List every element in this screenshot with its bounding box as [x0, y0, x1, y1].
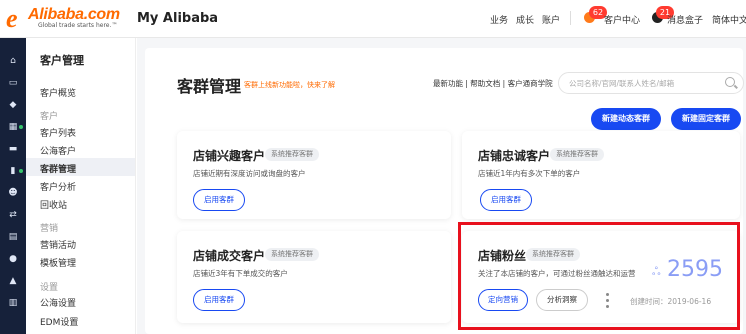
arrows-icon[interactable]: ⇄: [8, 210, 18, 220]
customer-center-link[interactable]: 客户中心: [604, 13, 640, 26]
group-card-interest: 店铺兴趣客户 系统推荐客群 店铺近期有深度访问或询盘的客户 启用客群: [177, 131, 451, 219]
side-menu: 客户管理 客户概览 客户 客户列表 公海客户 客群管理 客户分析 回收站 营销 …: [26, 38, 136, 334]
enable-group-button[interactable]: 启用客群: [193, 189, 245, 211]
help-links[interactable]: 最新功能 | 帮助文档 | 客户通商学院: [433, 78, 553, 89]
chart-status-dot: [19, 169, 23, 173]
logo-tagline: Global trade starts here.™: [38, 22, 118, 29]
nav-divider: [570, 11, 571, 25]
chat-icon[interactable]: ▬: [8, 144, 18, 154]
globe-icon[interactable]: ●: [8, 254, 18, 264]
menu-title: 客户管理: [40, 54, 84, 67]
home-icon[interactable]: ⌂: [8, 56, 18, 66]
menu-item-customer-list[interactable]: 客户列表: [40, 126, 76, 139]
grid-icon[interactable]: ▦: [8, 122, 18, 132]
menu-group-marketing: 营销: [40, 224, 59, 234]
card-title: 店铺忠诚客户: [478, 149, 551, 163]
chart-icon[interactable]: ▮: [8, 166, 18, 176]
alibaba-logo-mark: e: [6, 4, 18, 33]
group-card-deal: 店铺成交客户 系统推荐客群 店铺近3年有下单成交的客户 启用客群: [177, 231, 451, 323]
shield-icon[interactable]: ◆: [8, 100, 18, 110]
menu-item-public-settings[interactable]: 公海设置: [40, 296, 76, 309]
menu-group-settings: 设置: [40, 283, 59, 293]
card-description: 店铺近1年内有多次下单的客户: [478, 169, 581, 178]
bell-icon[interactable]: ▲: [8, 276, 18, 286]
system-recommended-tag: 系统推荐客群: [550, 148, 604, 161]
nav-growth[interactable]: 成长: [516, 13, 534, 26]
alibaba-logo[interactable]: e Alibaba.com Global trade starts here.™: [6, 6, 126, 32]
language-switch[interactable]: 简体中文: [712, 13, 746, 26]
grid-status-dot: [19, 125, 23, 129]
nav-account[interactable]: 账户: [542, 13, 560, 26]
menu-group-customer: 客户: [40, 112, 59, 122]
new-fixed-group-button[interactable]: 新建固定客群: [671, 108, 741, 130]
menu-item-public-customers[interactable]: 公海客户: [40, 144, 76, 157]
message-box-link[interactable]: 消息盒子: [667, 13, 703, 26]
menu-item-overview[interactable]: 客户概览: [40, 86, 76, 99]
card-description: 店铺近期有深度访问或询盘的客户: [193, 169, 306, 178]
menu-item-group-management[interactable]: 客群管理: [40, 162, 76, 175]
new-dynamic-group-button[interactable]: 新建动态客群: [591, 108, 661, 130]
enable-group-button[interactable]: 启用客群: [480, 189, 532, 211]
new-feature-link[interactable]: 客群上线新功能啦，快来了解: [244, 80, 335, 90]
bank-icon[interactable]: ▥: [8, 298, 18, 308]
document-icon[interactable]: ▤: [8, 232, 18, 242]
nav-business[interactable]: 业务: [490, 13, 508, 26]
group-card-loyal: 店铺忠诚客户 系统推荐客群 店铺近1年内有多次下单的客户 启用客群: [462, 131, 740, 219]
calendar-icon[interactable]: ▭: [8, 78, 18, 88]
card-title: 店铺成交客户: [193, 249, 266, 263]
enable-group-button[interactable]: 启用客群: [193, 289, 245, 311]
card-title: 店铺兴趣客户: [193, 149, 266, 163]
app-rail: ⌂ ▭ ◆ ▦ ▬ ▮ ☻ ⇄ ▤ ● ▲ ▥: [0, 38, 26, 334]
menu-item-recycle-bin[interactable]: 回收站: [40, 198, 67, 211]
system-recommended-tag: 系统推荐客群: [265, 248, 319, 261]
users-icon[interactable]: ☻: [8, 188, 18, 198]
search-icon[interactable]: [725, 77, 735, 87]
menu-item-edm-settings[interactable]: EDM设置: [40, 315, 78, 328]
menu-item-campaigns[interactable]: 营销活动: [40, 238, 76, 251]
menu-item-templates[interactable]: 模板管理: [40, 256, 76, 269]
page-brand-title[interactable]: My Alibaba: [137, 11, 218, 26]
highlight-box: [458, 222, 740, 330]
system-recommended-tag: 系统推荐客群: [265, 148, 319, 161]
card-description: 店铺近3年有下单成交的客户: [193, 269, 288, 278]
search-box[interactable]: 公司名称/官网/联系人姓名/邮箱: [558, 72, 744, 94]
menu-item-customer-analysis[interactable]: 客户分析: [40, 180, 76, 193]
search-placeholder: 公司名称/官网/联系人姓名/邮箱: [569, 79, 675, 88]
page-title: 客群管理: [177, 77, 242, 96]
top-bar: e Alibaba.com Global trade starts here.™…: [0, 0, 746, 38]
